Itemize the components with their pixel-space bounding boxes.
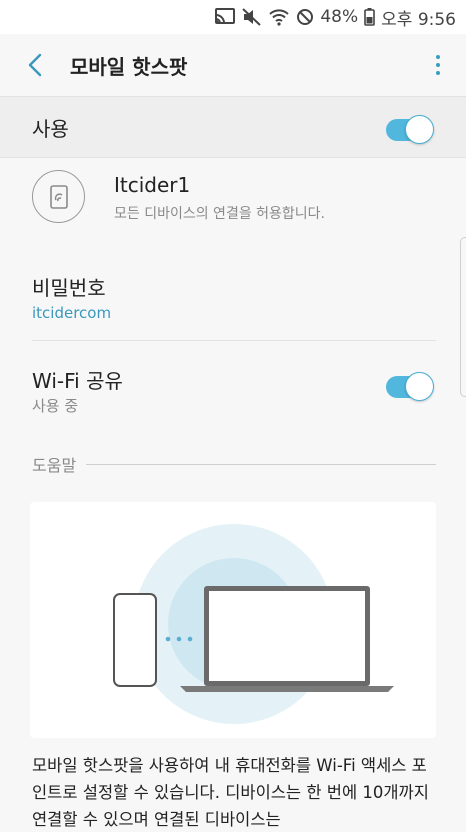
hotspot-connection-policy: 모든 디바이스의 연결을 허용합니다. <box>114 206 325 222</box>
hotspot-device-row[interactable]: Itcider1 모든 디바이스의 연결을 허용합니다. <box>0 158 466 236</box>
hotspot-name: Itcider1 <box>114 173 191 197</box>
password-title: 비밀번호 <box>32 276 106 300</box>
battery-icon <box>364 8 375 26</box>
hotspot-illustration <box>30 502 436 738</box>
battery-percent: 48% <box>320 7 359 27</box>
divider <box>32 340 436 341</box>
hotspot-device-icon <box>32 170 85 223</box>
laptop-icon <box>180 586 394 692</box>
more-vert-icon <box>436 55 440 59</box>
clock: 오후 9:56 <box>381 9 456 30</box>
password-value: itcidercom <box>32 304 112 322</box>
blocked-icon <box>296 8 314 26</box>
mute-icon <box>242 8 262 26</box>
more-options-button[interactable] <box>428 50 448 80</box>
cast-icon <box>214 8 236 26</box>
password-row[interactable]: 비밀번호 itcidercom <box>0 262 466 340</box>
wifi-hotspot-icon <box>268 8 290 26</box>
page-title: 모바일 핫스팟 <box>70 54 188 79</box>
wifi-share-toggle[interactable] <box>386 371 434 401</box>
back-arrow-icon <box>28 53 42 77</box>
master-switch-label: 사용 <box>32 116 69 141</box>
status-bar: 48% 오후 9:56 <box>0 0 466 34</box>
scroll-indicator[interactable] <box>460 237 466 397</box>
phone-icon <box>113 593 157 687</box>
wifi-share-title: Wi-Fi 공유 <box>32 369 123 393</box>
help-divider <box>86 463 436 465</box>
back-button[interactable] <box>0 34 70 96</box>
wifi-share-status: 사용 중 <box>32 397 79 415</box>
master-toggle[interactable] <box>386 114 434 144</box>
help-description: 모바일 핫스팟을 사용하여 내 휴대전화를 Wi-Fi 액세스 포인트로 설정할… <box>32 756 429 829</box>
help-label: 도움말 <box>32 456 77 475</box>
help-section-header: 도움말 <box>32 452 436 476</box>
app-bar: 모바일 핫스팟 <box>0 34 466 96</box>
